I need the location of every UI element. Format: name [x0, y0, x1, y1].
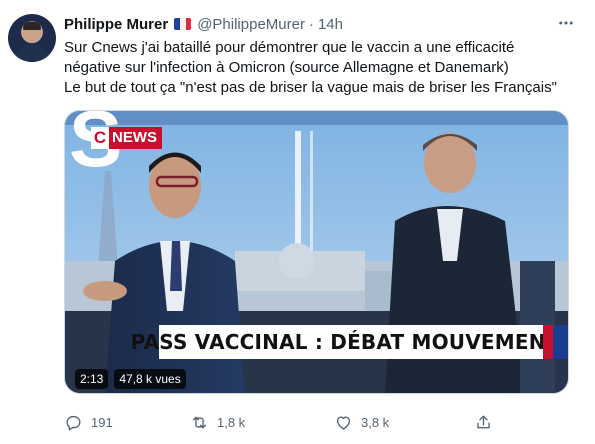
video-player[interactable]: S C NEWS PASS VACCINAL : DÉBAT MOUVEMENT…	[64, 110, 569, 394]
retweet-icon	[192, 416, 207, 428]
reply-button[interactable]: 191	[64, 410, 113, 434]
retweet-count: 1,8 k	[217, 414, 246, 430]
reply-count: 191	[91, 414, 113, 430]
channel-logo-letter: C	[91, 127, 109, 149]
video-duration: 2:13	[75, 369, 109, 389]
channel-logo: C NEWS	[91, 127, 162, 149]
retweet-button[interactable]: 1,8 k	[190, 410, 245, 434]
french-flag-icon	[174, 18, 192, 30]
more-icon	[559, 21, 573, 25]
tweet-text-line: Le but de tout ça "n'est pas de briser l…	[64, 79, 557, 96]
lower-third-banner: PASS VACCINAL : DÉBAT MOUVEMENTÉ	[131, 325, 568, 359]
tweet-actions: 191 1,8 k 3,8 k	[64, 410, 504, 434]
avatar-hair	[23, 22, 41, 30]
video-views: 47,8 k vues	[114, 369, 186, 389]
tweet-text-line: négative sur l'infection à Omicron (sour…	[64, 59, 509, 76]
channel-logo-text: NEWS	[112, 129, 157, 146]
timestamp[interactable]: 14h	[318, 16, 343, 33]
tweet[interactable]: Philippe Murer @PhilippeMurer · 14h Sur …	[0, 0, 595, 444]
avatar-suit	[14, 44, 50, 62]
author-handle[interactable]: @PhilippeMurer	[197, 16, 305, 33]
like-count: 3,8 k	[361, 414, 390, 430]
more-options-button[interactable]	[553, 10, 579, 36]
share-icon	[477, 414, 490, 428]
tweet-text-line: Sur Cnews j'ai bataillé pour démontrer q…	[64, 39, 515, 56]
reply-icon	[66, 415, 81, 430]
tweet-text: Sur Cnews j'ai bataillé pour démontrer q…	[64, 38, 579, 98]
video-badges: 2:13 47,8 k vues	[75, 369, 186, 389]
like-button[interactable]: 3,8 k	[334, 410, 389, 434]
tweet-header: Philippe Murer @PhilippeMurer · 14h	[64, 13, 343, 35]
separator: ·	[308, 15, 314, 33]
heart-icon	[336, 416, 351, 430]
author-name[interactable]: Philippe Murer	[64, 16, 168, 33]
banner-stripe-blue	[553, 325, 568, 359]
share-button[interactable]	[474, 410, 493, 434]
avatar[interactable]	[8, 14, 56, 62]
